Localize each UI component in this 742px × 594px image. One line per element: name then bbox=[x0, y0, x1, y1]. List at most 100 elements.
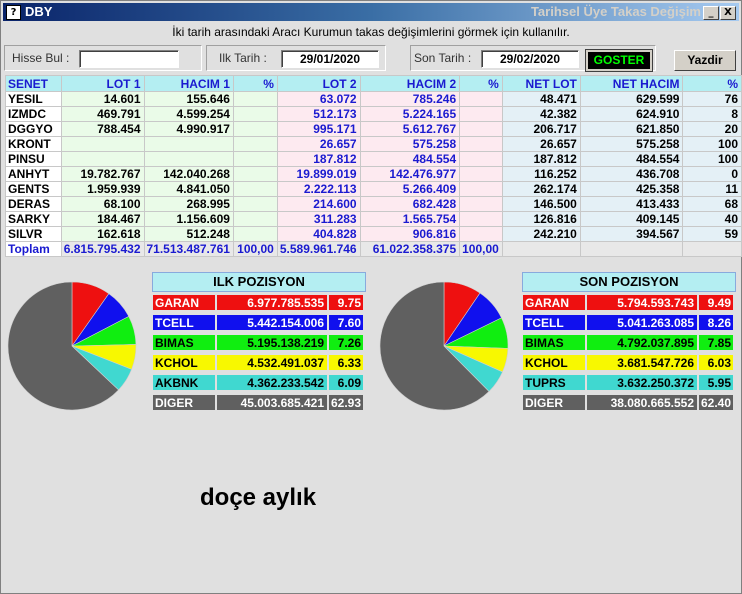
table-cell bbox=[459, 181, 503, 197]
minimize-button[interactable]: _ bbox=[703, 6, 719, 20]
stock-value: 5.041.263.085 bbox=[586, 314, 698, 331]
goster-button[interactable]: GOSTER bbox=[585, 49, 653, 72]
stock-name: DIGER bbox=[152, 394, 216, 411]
stock-percent: 62.93 bbox=[328, 394, 364, 411]
hint-text: İki tarih arasındaki Aracı Kurumun takas… bbox=[172, 25, 570, 39]
system-menu-icon[interactable]: ? bbox=[6, 5, 21, 20]
table-cell: 788.454 bbox=[60, 121, 145, 137]
print-button[interactable]: Yazdir bbox=[674, 50, 736, 71]
table-cell: 42.382 bbox=[501, 106, 581, 122]
ilk-pozisyon-row: GARAN 6.977.785.535 9.75 bbox=[152, 294, 364, 311]
column-header[interactable]: LOT 1 bbox=[60, 75, 145, 92]
table-cell: 68 bbox=[682, 196, 742, 212]
table-row[interactable]: ANHYT 19.782.767 142.040.268 19.899.019 142.… bbox=[5, 166, 742, 182]
total-cell: 6.815.795.432 bbox=[60, 241, 145, 257]
table-cell bbox=[459, 196, 503, 212]
total-cell: 5.589.961.746 bbox=[276, 241, 361, 257]
table-cell: 206.717 bbox=[501, 121, 581, 137]
stock-name: DIGER bbox=[522, 394, 586, 411]
table-cell: YESIL bbox=[5, 91, 62, 107]
stock-percent: 5.95 bbox=[698, 374, 734, 391]
table-row[interactable]: IZMDC 469.791 4.599.254 512.173 5.224.165 42.… bbox=[5, 106, 742, 122]
column-header[interactable]: % bbox=[232, 75, 278, 92]
table-cell: 469.791 bbox=[60, 106, 145, 122]
table-row[interactable]: DGGYO 788.454 4.990.917 995.171 5.612.767 206… bbox=[5, 121, 742, 137]
table-cell: 785.246 bbox=[359, 91, 461, 107]
table-cell: ANHYT bbox=[5, 166, 62, 182]
table-cell: 262.174 bbox=[501, 181, 581, 197]
son-pozisyon-row: DIGER 38.080.665.552 62.40 bbox=[522, 394, 734, 411]
table-cell: SARKY bbox=[5, 211, 62, 227]
table-cell: DERAS bbox=[5, 196, 62, 212]
table-cell: 575.258 bbox=[579, 136, 684, 152]
table-cell: 76 bbox=[682, 91, 742, 107]
table-cell bbox=[232, 121, 278, 137]
stock-percent: 7.26 bbox=[328, 334, 364, 351]
takas-table[interactable]: SENET LOT 1 HACIM 1% LOT 2 HACIM 2% NET LOT NE… bbox=[5, 75, 742, 257]
table-cell bbox=[232, 181, 278, 197]
table-cell: SILVR bbox=[5, 226, 62, 242]
stock-value: 6.977.785.535 bbox=[216, 294, 328, 311]
table-cell: 409.145 bbox=[579, 211, 684, 227]
end-date-input[interactable]: 29/02/2020 bbox=[481, 50, 579, 68]
window-subtitle: Tarihsel Üye Takas Değişim bbox=[530, 4, 701, 19]
table-cell: 20 bbox=[682, 121, 742, 137]
table-header: SENET LOT 1 HACIM 1% LOT 2 HACIM 2% NET LOT NE… bbox=[5, 75, 742, 92]
table-cell: DGGYO bbox=[5, 121, 62, 137]
table-row[interactable]: SILVR 162.618 512.248 404.828 906.816 242.210… bbox=[5, 226, 742, 242]
table-cell bbox=[459, 226, 503, 242]
son-pozisyon-row: TUPRS 3.632.250.372 5.95 bbox=[522, 374, 734, 391]
search-input[interactable] bbox=[79, 50, 179, 68]
table-cell bbox=[232, 196, 278, 212]
column-header[interactable]: NET HACIM bbox=[579, 75, 684, 92]
table-cell: 4.990.917 bbox=[143, 121, 234, 137]
table-cell bbox=[232, 166, 278, 182]
ilk-pozisyon-title: ILK POZISYON bbox=[152, 272, 366, 292]
table-cell: 4.599.254 bbox=[143, 106, 234, 122]
table-cell: 63.072 bbox=[276, 91, 361, 107]
table-row[interactable]: GENTS 1.959.939 4.841.050 2.222.113 5.266.40… bbox=[5, 181, 742, 197]
column-header[interactable]: HACIM 1 bbox=[143, 75, 234, 92]
table-cell bbox=[232, 136, 278, 152]
column-header[interactable]: SENET bbox=[5, 75, 62, 92]
table-row[interactable]: KRONT 26.657 575.258 26.657 575.258 100 bbox=[5, 136, 742, 152]
column-header[interactable]: HACIM 2 bbox=[359, 75, 461, 92]
column-header[interactable]: NET LOT bbox=[501, 75, 581, 92]
stock-value: 5.442.154.006 bbox=[216, 314, 328, 331]
close-button[interactable]: X bbox=[720, 6, 736, 20]
table-cell: 214.600 bbox=[276, 196, 361, 212]
total-cell bbox=[579, 241, 684, 257]
table-cell: IZMDC bbox=[5, 106, 62, 122]
total-cell: 71.513.487.761 bbox=[143, 241, 234, 257]
table-cell: 184.467 bbox=[60, 211, 145, 227]
title-bar[interactable]: ? DBY Tarihsel Üye Takas Değişim _ X bbox=[3, 3, 739, 21]
stock-value: 38.080.665.552 bbox=[586, 394, 698, 411]
column-header[interactable]: % bbox=[682, 75, 742, 92]
table-row[interactable]: PINSU 187.812 484.554 187.812 484.554 100 bbox=[5, 151, 742, 167]
table-cell bbox=[459, 136, 503, 152]
table-cell: 142.040.268 bbox=[143, 166, 234, 182]
stock-value: 4.362.233.542 bbox=[216, 374, 328, 391]
table-cell: 11 bbox=[682, 181, 742, 197]
table-cell bbox=[232, 211, 278, 227]
table-cell: 14.601 bbox=[60, 91, 145, 107]
end-date-label: Son Tarih : bbox=[414, 51, 472, 65]
table-cell: 5.266.409 bbox=[359, 181, 461, 197]
stock-percent: 9.49 bbox=[698, 294, 734, 311]
table-cell bbox=[459, 211, 503, 227]
table-row[interactable]: YESIL 14.601 155.646 63.072 785.246 48.471 629… bbox=[5, 91, 742, 107]
table-cell: 512.248 bbox=[143, 226, 234, 242]
table-cell bbox=[459, 91, 503, 107]
table-cell: 68.100 bbox=[60, 196, 145, 212]
column-header[interactable]: LOT 2 bbox=[276, 75, 361, 92]
table-cell bbox=[232, 91, 278, 107]
table-cell: 5.612.767 bbox=[359, 121, 461, 137]
table-cell: 8 bbox=[682, 106, 742, 122]
table-row[interactable]: SARKY 184.467 1.156.609 311.283 1.565.754 126… bbox=[5, 211, 742, 227]
start-date-input[interactable]: 29/01/2020 bbox=[281, 50, 379, 68]
overlay-caption: doçe aylık bbox=[200, 484, 317, 511]
table-row[interactable]: DERAS 68.100 268.995 214.600 682.428 146.500 4… bbox=[5, 196, 742, 212]
table-cell: 425.358 bbox=[579, 181, 684, 197]
stock-name: KCHOL bbox=[522, 354, 586, 371]
column-header[interactable]: % bbox=[459, 75, 503, 92]
